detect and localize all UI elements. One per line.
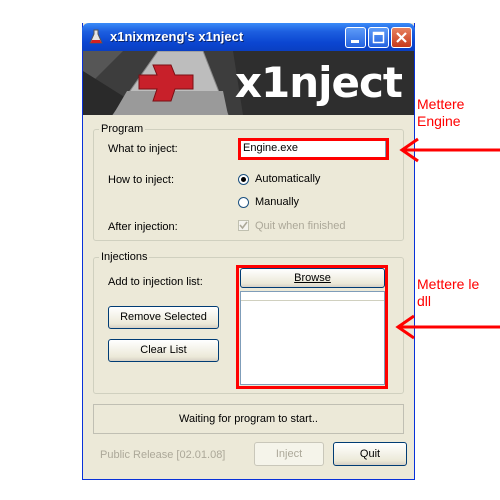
- engine-arrow-icon: [399, 137, 500, 163]
- dll-arrow-icon: [395, 314, 500, 340]
- annotation-arrows: [395, 137, 500, 340]
